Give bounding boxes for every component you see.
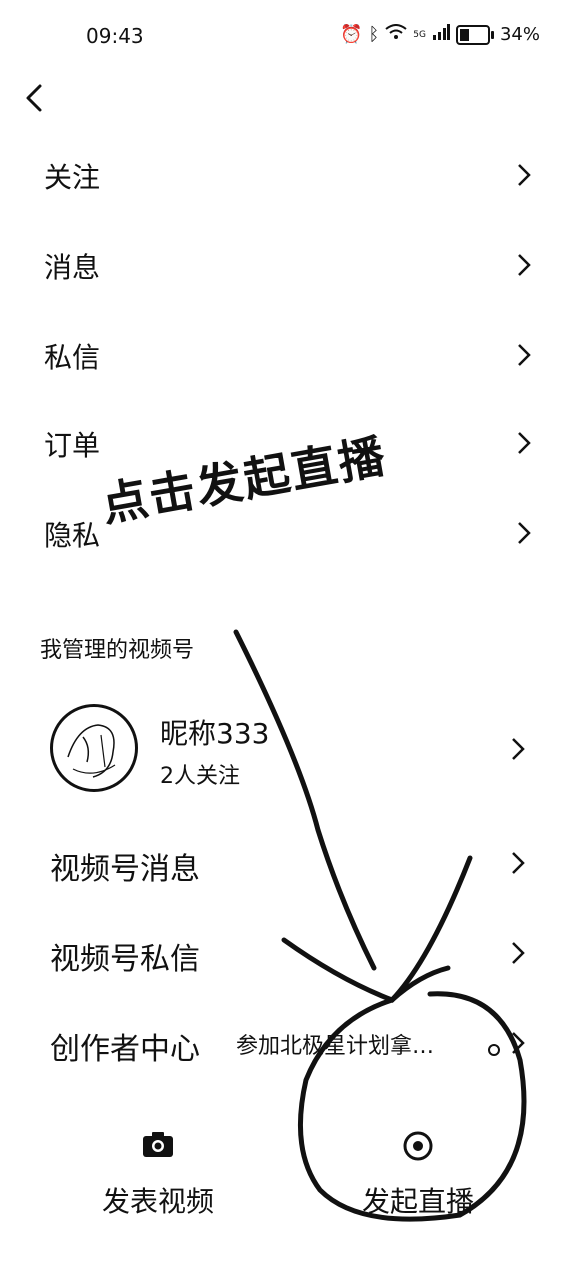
start-live-label: 发起直播: [361, 1185, 474, 1218]
creator-center-row[interactable]: 创作者中心 参加北极星计划拿…: [0, 1014, 576, 1074]
channel-messages-label: 视频号消息: [50, 852, 200, 887]
chevron-right-icon: [518, 164, 531, 186]
battery-icon: [455, 24, 494, 45]
channel-messages-row[interactable]: 视频号消息: [0, 834, 576, 894]
channel-private-messages-row[interactable]: 视频号私信: [0, 924, 576, 984]
section-title: 我管理的视频号: [40, 638, 195, 663]
back-arrow-icon: [26, 84, 42, 112]
channel-nickname: 昵称333: [160, 717, 270, 750]
channel-account-row[interactable]: 昵称333 2人关注: [0, 700, 576, 800]
chevron-right-icon: [518, 432, 531, 454]
menu-item-follow[interactable]: 关注: [0, 146, 576, 206]
chevron-right-icon: [518, 254, 531, 276]
post-video-label: 发表视频: [101, 1185, 214, 1218]
bluetooth-icon: ᛒ: [368, 24, 380, 45]
creator-center-hint: 参加北极星计划拿…: [236, 1034, 435, 1059]
menu-item-label: 隐私: [44, 519, 101, 552]
menu-item-label: 关注: [44, 161, 101, 194]
signal-icon: [432, 24, 450, 45]
status-icons: ⏰ ᛒ 5G 34%: [340, 24, 540, 45]
alarm-icon: ⏰: [340, 24, 363, 45]
menu-item-privacy[interactable]: 隐私: [0, 504, 576, 564]
back-button[interactable]: [18, 78, 58, 118]
chevron-right-icon: [512, 942, 525, 964]
menu-item-private-messages[interactable]: 私信: [0, 326, 576, 386]
menu-item-label: 订单: [44, 429, 101, 462]
chevron-right-icon: [518, 522, 531, 544]
battery-percent: 34%: [499, 24, 540, 45]
menu-item-label: 消息: [44, 251, 101, 284]
chevron-right-icon: [518, 344, 531, 366]
post-video-button[interactable]: 发表视频: [58, 1130, 258, 1230]
start-live-button[interactable]: 发起直播: [318, 1130, 518, 1230]
chevron-right-icon: [512, 738, 525, 760]
channel-private-messages-label: 视频号私信: [50, 942, 200, 977]
menu-item-messages[interactable]: 消息: [0, 236, 576, 296]
menu-item-label: 私信: [44, 341, 101, 374]
live-icon: [403, 1131, 433, 1161]
network-label: 5G: [413, 29, 426, 40]
status-time: 09:43: [86, 24, 144, 48]
wifi-icon: [385, 24, 407, 45]
chevron-right-icon: [512, 852, 525, 874]
creator-center-label: 创作者中心: [50, 1032, 200, 1067]
avatar: [50, 704, 138, 792]
dot-icon: [488, 1044, 500, 1056]
chevron-right-icon: [512, 1032, 525, 1054]
channel-followers: 2人关注: [160, 764, 240, 789]
camera-icon: [143, 1132, 173, 1157]
status-bar: 09:43 ⏰ ᛒ 5G 34%: [0, 0, 576, 72]
